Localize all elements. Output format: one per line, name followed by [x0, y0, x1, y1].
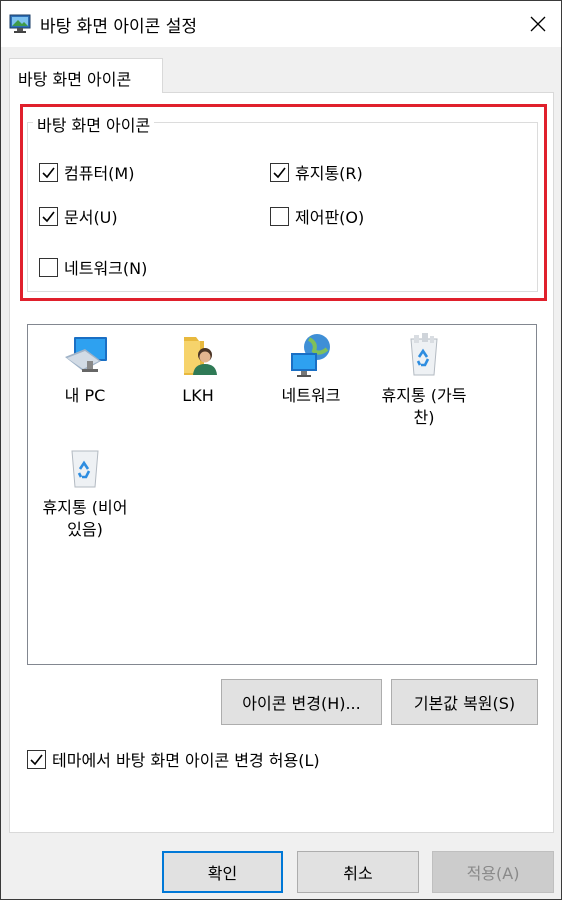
checkbox-label: 휴지통(R): [295, 164, 363, 183]
checkmark-icon: [30, 754, 43, 765]
checkbox-box[interactable]: [270, 206, 289, 226]
change-icon-button[interactable]: 아이콘 변경(H)...: [221, 679, 382, 725]
checkbox-allow-theme-change[interactable]: 테마에서 바탕 화면 아이콘 변경 허용(L): [27, 747, 320, 771]
computer-icon: [65, 337, 107, 372]
checkbox-label: 네트워크(N): [64, 259, 148, 278]
icon-item-recycle-empty[interactable]: 휴지통 (비어 있음): [30, 443, 140, 541]
close-icon: [530, 16, 546, 32]
icon-listview[interactable]: 내 PC LKH 네트워크 휴지통 (가득 찬) 휴지통 (비어 있음): [27, 324, 537, 665]
title-bar: 바탕 화면 아이콘 설정: [1, 1, 561, 47]
desktop-icon-settings-window: 바탕 화면 아이콘 설정 바탕 화면 아이콘 바탕 화면 아이콘 컴퓨터(M) …: [0, 0, 562, 900]
checkbox-box[interactable]: [39, 162, 58, 182]
tab-desktop-icons[interactable]: 바탕 화면 아이콘: [9, 58, 163, 93]
checkbox-label: 컴퓨터(M): [64, 164, 135, 183]
icon-caption: 휴지통 (비어 있음): [42, 498, 128, 539]
checkbox-computer[interactable]: 컴퓨터(M): [39, 160, 134, 184]
icon-caption: 휴지통 (가득 찬): [381, 386, 467, 427]
checkmark-icon: [273, 167, 286, 178]
window-title: 바탕 화면 아이콘 설정: [40, 17, 197, 37]
close-button[interactable]: [515, 1, 561, 47]
icon-item-recycle-full[interactable]: 휴지통 (가득 찬): [369, 331, 479, 429]
icon-caption: 내 PC: [64, 386, 106, 405]
icon-caption: 네트워크: [281, 386, 341, 405]
checkbox-label: 문서(U): [64, 208, 118, 227]
checkbox-label: 제어판(O): [295, 208, 365, 227]
recycle-bin-empty-icon: [71, 450, 99, 488]
checkmark-icon: [42, 211, 55, 222]
group-legend: 바탕 화면 아이콘: [33, 112, 155, 136]
checkbox-box[interactable]: [270, 162, 289, 182]
checkbox-box[interactable]: [27, 749, 46, 769]
checkbox-recycle-bin[interactable]: 휴지통(R): [270, 160, 363, 184]
cancel-button[interactable]: 취소: [297, 851, 419, 893]
network-icon: [291, 334, 330, 377]
ok-button[interactable]: 확인: [162, 851, 283, 893]
checkbox-documents[interactable]: 문서(U): [39, 204, 118, 228]
checkbox-box[interactable]: [39, 257, 58, 277]
recycle-bin-full-icon: [410, 333, 438, 376]
checkbox-network[interactable]: 네트워크(N): [39, 255, 147, 279]
checkmark-icon: [42, 167, 55, 178]
checkbox-box[interactable]: [39, 206, 58, 226]
checkbox-control-panel[interactable]: 제어판(O): [270, 204, 364, 228]
restore-default-button[interactable]: 기본값 복원(S): [391, 679, 538, 725]
apply-button[interactable]: 적용(A): [432, 851, 554, 893]
icon-caption: LKH: [182, 386, 214, 405]
desktop-settings-icon: [9, 14, 31, 33]
icon-item-network[interactable]: 네트워크: [256, 331, 366, 407]
checkbox-label: 테마에서 바탕 화면 아이콘 변경 허용(L): [52, 751, 320, 770]
user-folder-icon: [184, 337, 217, 375]
icon-item-this-pc[interactable]: 내 PC: [30, 331, 140, 407]
icon-item-user-folder[interactable]: LKH: [143, 331, 253, 407]
